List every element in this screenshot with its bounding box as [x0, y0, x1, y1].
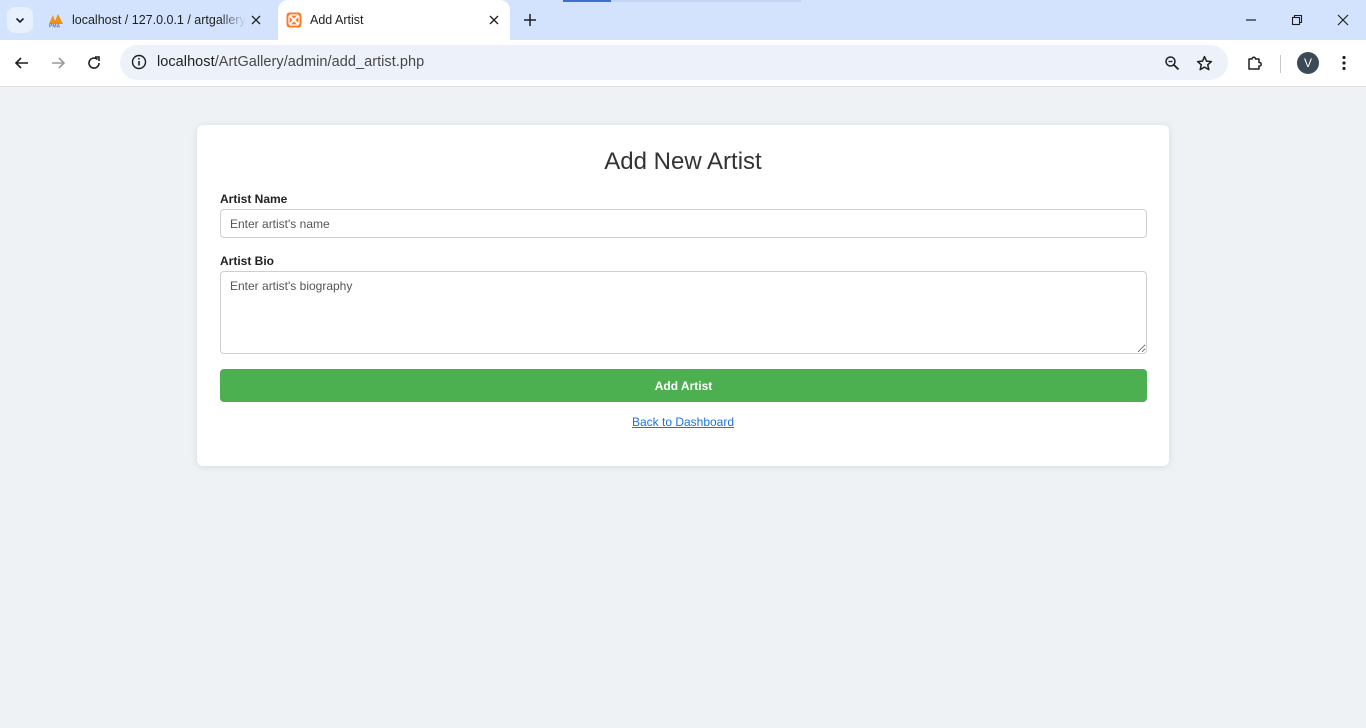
chevron-down-icon	[15, 17, 25, 24]
url-text: localhost/ArtGallery/admin/add_artist.ph…	[157, 54, 424, 70]
back-button[interactable]	[7, 48, 37, 78]
browser-toolbar: localhost/ArtGallery/admin/add_artist.ph…	[0, 40, 1366, 87]
loading-indicator	[563, 0, 611, 2]
back-link-container: Back to Dashboard	[197, 415, 1169, 429]
new-tab-button[interactable]	[518, 8, 542, 32]
artist-bio-label: Artist Bio	[220, 254, 274, 268]
artist-name-input[interactable]	[220, 209, 1147, 238]
page-title: Add New Artist	[604, 148, 762, 175]
menu-button[interactable]	[1329, 48, 1359, 78]
site-info-icon[interactable]	[128, 51, 150, 73]
add-artist-button[interactable]: Add Artist	[220, 369, 1147, 402]
minimize-button[interactable]	[1228, 0, 1274, 40]
puzzle-icon	[1248, 56, 1262, 70]
tab-search-button[interactable]	[7, 7, 33, 33]
profile-avatar[interactable]: V	[1297, 52, 1319, 74]
close-icon	[1337, 14, 1349, 26]
tab-strip: PMA localhost / 127.0.0.1 / artgallery A…	[0, 0, 1366, 40]
more-vert-icon	[1342, 55, 1346, 71]
artist-bio-textarea[interactable]	[220, 271, 1147, 354]
bookmark-star-icon[interactable]	[1192, 51, 1216, 75]
minimize-icon	[1246, 19, 1256, 21]
address-bar[interactable]: localhost/ArtGallery/admin/add_artist.ph…	[120, 45, 1228, 80]
reload-icon	[88, 56, 100, 69]
back-to-dashboard-link[interactable]: Back to Dashboard	[632, 415, 734, 429]
restore-button[interactable]	[1274, 0, 1320, 40]
url-host: localhost	[157, 54, 215, 70]
toolbar-divider	[1280, 55, 1281, 73]
close-tab-icon[interactable]	[246, 10, 266, 30]
forward-button[interactable]	[43, 48, 73, 78]
phpmyadmin-icon: PMA	[48, 12, 64, 28]
close-window-button[interactable]	[1320, 0, 1366, 40]
tab-add-artist[interactable]: Add Artist	[278, 0, 510, 40]
arrow-left-icon	[14, 57, 28, 69]
svg-text:PMA: PMA	[49, 24, 61, 29]
loading-track	[611, 0, 801, 2]
restore-icon	[1291, 14, 1303, 26]
extensions-button[interactable]	[1240, 48, 1270, 78]
close-tab-icon[interactable]	[484, 10, 504, 30]
reload-button[interactable]	[79, 48, 109, 78]
artist-name-label: Artist Name	[220, 192, 288, 206]
zoom-icon[interactable]	[1160, 51, 1184, 75]
plus-icon	[524, 14, 536, 26]
xampp-icon	[286, 12, 302, 28]
add-artist-card: Add New Artist Artist Name Artist Bio Ad…	[197, 125, 1169, 466]
url-path: /ArtGallery/admin/add_artist.php	[214, 54, 425, 70]
tab-title: Add Artist	[310, 13, 364, 27]
arrow-right-icon	[52, 57, 66, 69]
tab-title: localhost / 127.0.0.1 / artgallery	[72, 13, 246, 27]
tab-phpmyadmin[interactable]: PMA localhost / 127.0.0.1 / artgallery	[40, 0, 272, 40]
